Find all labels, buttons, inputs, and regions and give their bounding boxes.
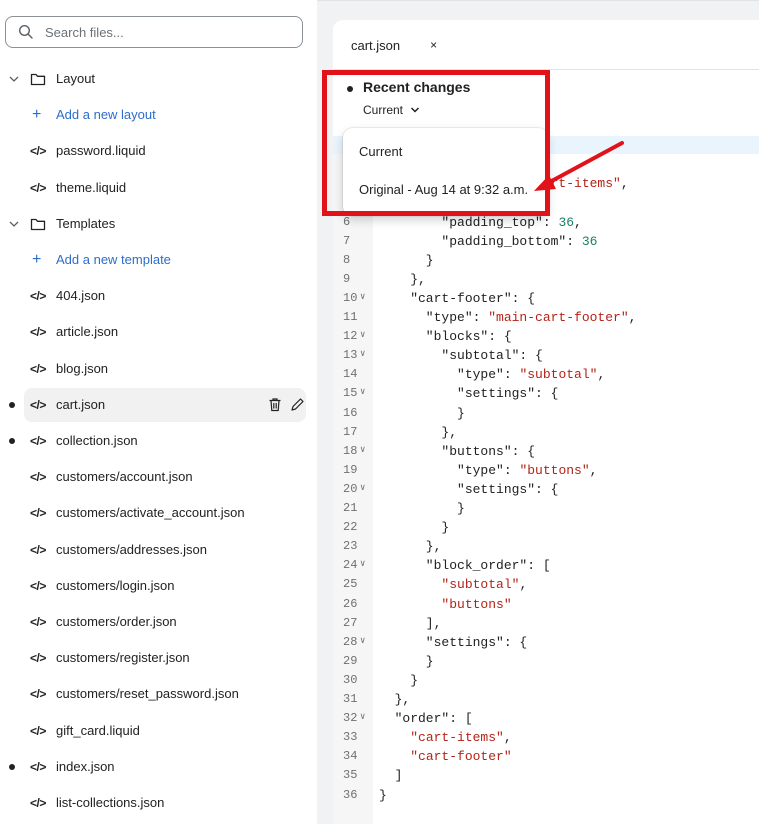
annotation-arrow-icon <box>534 141 624 191</box>
